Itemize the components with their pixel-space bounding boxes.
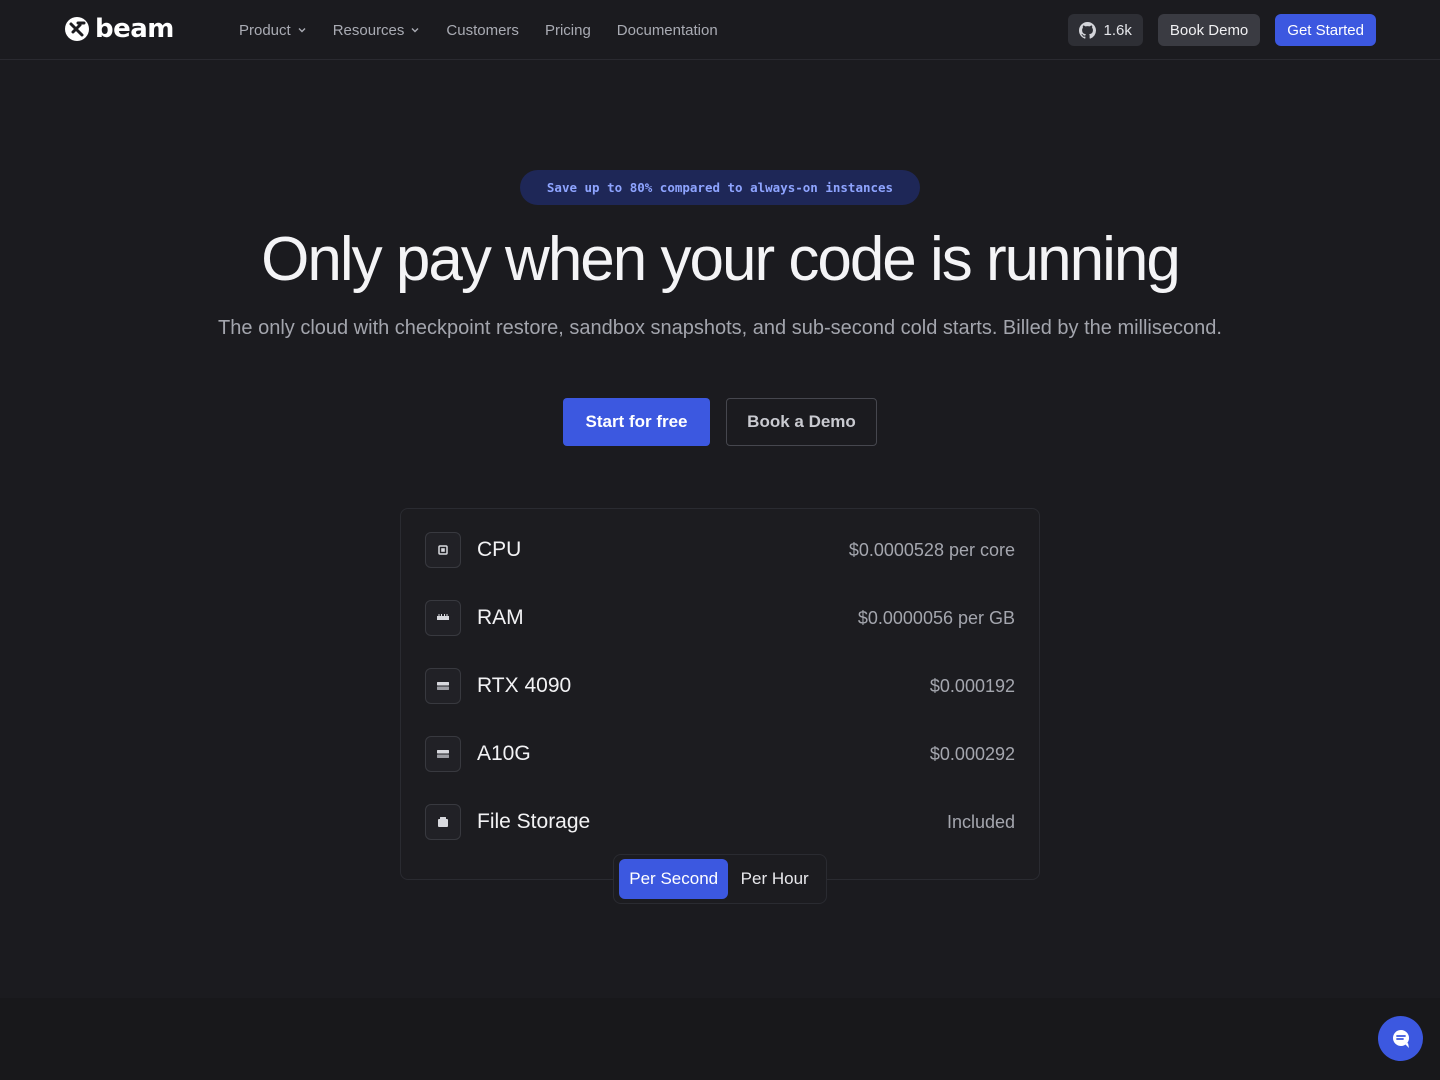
nav-customers-label: Customers bbox=[446, 21, 519, 39]
hero-title: Only pay when your code is running bbox=[261, 225, 1181, 294]
nav-product-label: Product bbox=[239, 21, 291, 39]
top-navbar: beam Product Resources Customers Pricing… bbox=[0, 0, 1440, 60]
storage-icon bbox=[425, 804, 461, 840]
chevron-down-icon bbox=[411, 28, 419, 33]
pricing-row-rtx-4090: RTX 4090 $0.000192 bbox=[425, 668, 1015, 704]
pricing-row-price: $0.0000056 per GB bbox=[857, 607, 1015, 628]
beam-logo-icon bbox=[65, 17, 89, 41]
gpu-icon bbox=[425, 668, 461, 704]
chat-support-button[interactable] bbox=[1378, 1016, 1423, 1061]
nav-customers[interactable]: Customers bbox=[446, 22, 519, 39]
ram-icon bbox=[425, 600, 461, 636]
pricing-row-price: $0.000292 bbox=[929, 743, 1015, 764]
pricing-row-file-storage: File Storage Included bbox=[425, 804, 1015, 840]
get-started-button[interactable]: Get Started bbox=[1275, 14, 1376, 46]
start-for-free-button[interactable]: Start for free bbox=[563, 398, 710, 446]
nav-pricing-label: Pricing bbox=[544, 21, 591, 39]
nav-actions: 1.6k Book Demo Get Started bbox=[1067, 14, 1376, 46]
pricing-row-price: Included bbox=[946, 811, 1015, 832]
github-icon bbox=[1078, 21, 1096, 39]
nav-documentation[interactable]: Documentation bbox=[617, 22, 718, 39]
next-section bbox=[0, 998, 1440, 1080]
per-hour-option[interactable]: Per Hour bbox=[728, 859, 821, 899]
nav-resources-label: Resources bbox=[332, 21, 405, 39]
nav-pricing[interactable]: Pricing bbox=[545, 22, 591, 39]
savings-badge: Save up to 80% compared to always-on ins… bbox=[520, 170, 920, 205]
billing-period-toggle: Per Second Per Hour bbox=[613, 854, 827, 904]
pricing-row-name: A10G bbox=[477, 742, 531, 765]
per-second-option[interactable]: Per Second bbox=[619, 859, 729, 899]
nav-resources[interactable]: Resources bbox=[333, 22, 421, 39]
nav-documentation-label: Documentation bbox=[616, 21, 718, 39]
pricing-row-name: RAM bbox=[477, 606, 524, 629]
pricing-row-price: $0.0000528 per core bbox=[848, 539, 1015, 560]
github-stars-count: 1.6k bbox=[1103, 21, 1132, 39]
pricing-row-ram: RAM $0.0000056 per GB bbox=[425, 600, 1015, 636]
github-stars-button[interactable]: 1.6k bbox=[1067, 14, 1143, 46]
pricing-row-name: CPU bbox=[477, 538, 522, 561]
chevron-down-icon bbox=[298, 28, 306, 33]
brand-name: beam bbox=[95, 14, 174, 44]
cpu-icon bbox=[425, 532, 461, 568]
pricing-row-cpu: CPU $0.0000528 per core bbox=[425, 532, 1015, 568]
pricing-card: CPU $0.0000528 per core RAM $0.0000056 p… bbox=[400, 508, 1040, 880]
book-a-demo-button[interactable]: Book a Demo bbox=[726, 398, 877, 446]
book-demo-button[interactable]: Book Demo bbox=[1157, 14, 1261, 46]
hero-subtitle: The only cloud with checkpoint restore, … bbox=[218, 317, 1222, 339]
gpu-icon bbox=[425, 736, 461, 772]
nav-product[interactable]: Product bbox=[239, 22, 307, 39]
pricing-row-price: $0.000192 bbox=[929, 675, 1015, 696]
pricing-row-name: File Storage bbox=[477, 810, 591, 833]
main-nav: Product Resources Customers Pricing Docu… bbox=[239, 0, 718, 60]
chat-icon bbox=[1392, 1029, 1409, 1048]
pricing-row-a10g: A10G $0.000292 bbox=[425, 736, 1015, 772]
brand-logo[interactable]: beam bbox=[63, 14, 174, 44]
pricing-row-name: RTX 4090 bbox=[477, 674, 572, 697]
